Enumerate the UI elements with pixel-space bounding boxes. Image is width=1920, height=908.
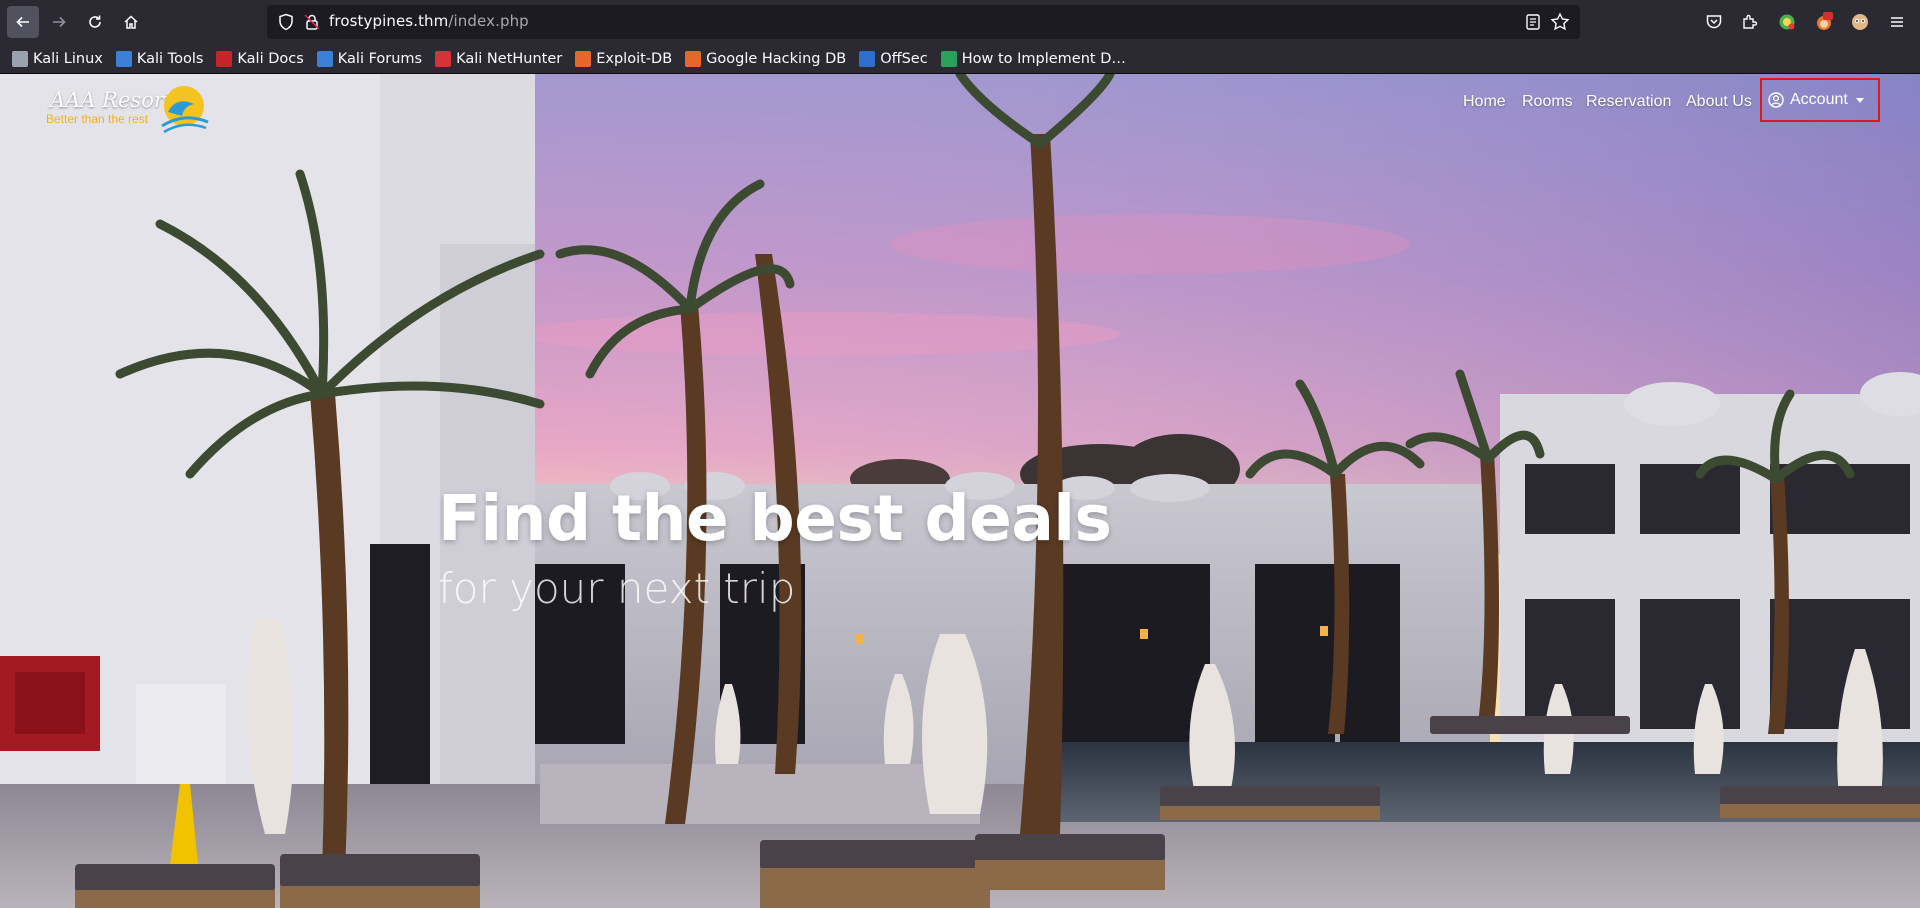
- url-path: /index.php: [448, 12, 529, 30]
- bookmark-favicon-icon: [859, 50, 876, 67]
- bookmark-item[interactable]: Exploit-DB: [575, 50, 673, 67]
- bookmark-item[interactable]: Kali Linux: [12, 50, 103, 67]
- bookmark-star-icon[interactable]: [1550, 12, 1570, 32]
- bookmark-favicon-icon: [685, 50, 702, 67]
- nav-reservation[interactable]: Reservation: [1586, 93, 1671, 111]
- url-text[interactable]: frostypines.thm/index.php: [329, 12, 529, 30]
- extension-wappalyzer[interactable]: [1775, 10, 1799, 34]
- main-navigation: Home Rooms Reservation About Us Account: [0, 74, 1920, 134]
- browser-toolbar: frostypines.thm/index.php: [0, 0, 1920, 44]
- nav-rooms[interactable]: Rooms: [1522, 93, 1573, 111]
- bookmark-favicon-icon: [115, 50, 132, 67]
- bookmark-item[interactable]: OffSec: [859, 50, 928, 67]
- bookmark-label: Kali Linux: [33, 50, 103, 67]
- extension-cookie[interactable]: [1848, 10, 1872, 34]
- shield-icon[interactable]: [277, 13, 295, 31]
- bookmarks-bar: Kali Linux Kali Tools Kali Docs Kali Forums…: [0, 44, 1920, 74]
- nav-home[interactable]: Home: [1463, 93, 1506, 111]
- bookmark-item[interactable]: How to Implement D…: [940, 50, 1126, 67]
- caret-down-icon: [1855, 97, 1864, 103]
- bookmark-item[interactable]: Kali NetHunter: [435, 50, 563, 67]
- home-icon: [124, 15, 138, 29]
- bookmark-label: Kali Forums: [337, 50, 423, 67]
- arrow-right-icon: [53, 16, 66, 28]
- url-host: frostypines.thm: [329, 12, 449, 30]
- hero-subtitle: for your next trip: [438, 564, 796, 613]
- menu-button[interactable]: [1885, 10, 1909, 34]
- bookmark-label: Kali Docs: [237, 50, 304, 67]
- cookie-editor-icon: [1852, 14, 1868, 30]
- bookmark-label: Google Hacking DB: [706, 50, 847, 67]
- reload-icon: [89, 15, 101, 28]
- reload-button[interactable]: [79, 6, 111, 38]
- forward-button[interactable]: [43, 6, 75, 38]
- bookmark-label: Exploit-DB: [596, 50, 673, 67]
- wappalyzer-icon: [1779, 14, 1795, 30]
- extensions-button[interactable]: [1738, 10, 1762, 34]
- web-page: AAA Resorts Better than the rest Home Ro…: [0, 74, 1920, 908]
- url-bar[interactable]: frostypines.thm/index.php: [267, 5, 1580, 39]
- pocket-button[interactable]: [1702, 10, 1726, 34]
- bookmark-favicon-icon: [940, 50, 957, 67]
- bookmark-favicon-icon: [316, 50, 333, 67]
- hero-title: Find the best deals: [438, 482, 1112, 555]
- reader-view-icon[interactable]: [1524, 13, 1542, 31]
- account-label: Account: [1790, 91, 1848, 108]
- bookmark-label: Kali Tools: [136, 50, 204, 67]
- user-circle-icon: [1768, 92, 1784, 108]
- nav-about-us[interactable]: About Us: [1686, 93, 1752, 111]
- bookmark-label: OffSec: [880, 50, 928, 67]
- pocket-icon: [1706, 15, 1722, 29]
- extension-foxyproxy[interactable]: [1812, 10, 1836, 34]
- hamburger-menu-icon: [1891, 17, 1903, 27]
- bookmark-item[interactable]: Google Hacking DB: [685, 50, 847, 67]
- bookmark-favicon-icon: [216, 50, 233, 67]
- home-button[interactable]: [115, 6, 147, 38]
- bookmark-favicon-icon: [12, 50, 28, 67]
- account-dropdown[interactable]: Account: [1760, 78, 1880, 122]
- bookmark-item[interactable]: Kali Docs: [216, 50, 304, 67]
- puzzle-icon: [1743, 14, 1758, 29]
- bookmark-favicon-icon: [435, 50, 452, 67]
- bookmark-item[interactable]: Kali Forums: [316, 50, 423, 67]
- page-info-icon[interactable]: [303, 13, 321, 31]
- bookmark-favicon-icon: [575, 50, 592, 67]
- bookmark-item[interactable]: Kali Tools: [115, 50, 204, 67]
- bookmark-label: How to Implement D…: [961, 50, 1126, 67]
- back-button[interactable]: [7, 6, 39, 38]
- foxyproxy-icon: [1817, 12, 1833, 30]
- bookmark-label: Kali NetHunter: [456, 50, 563, 67]
- arrow-left-icon: [16, 16, 29, 28]
